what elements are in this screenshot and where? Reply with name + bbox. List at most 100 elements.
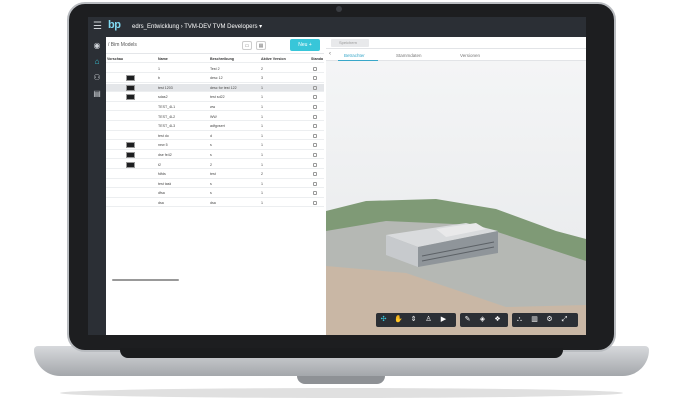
table-row[interactable]: test 1203 desc for test 122 1	[106, 83, 324, 93]
model-thumbnail	[126, 94, 135, 101]
3d-model-viewport[interactable]	[326, 61, 586, 335]
table-row[interactable]: dfsa s 1	[106, 189, 324, 198]
save-button[interactable]: Speichern	[331, 39, 369, 47]
row-checkbox[interactable]	[313, 66, 317, 71]
row-checkbox[interactable]	[313, 153, 317, 157]
tab-stammdaten[interactable]: Stammdaten	[396, 53, 422, 58]
table-row[interactable]: test task s 1	[106, 180, 324, 189]
row-active-version: 2	[261, 172, 263, 177]
row-checkbox[interactable]	[313, 124, 317, 129]
row-checkbox[interactable]	[313, 162, 317, 167]
model-controls: ⛬ ▥ ⚙ ⤢	[512, 313, 578, 327]
table-row[interactable]: b desc 12 3	[106, 74, 324, 83]
menu-icon[interactable]: ☰	[93, 21, 102, 32]
left-nav: ◉ ⌂ ⚇ ▤	[88, 37, 106, 335]
tab-versionen[interactable]: Versionen	[460, 53, 480, 58]
col-preview[interactable]: Vorschau	[107, 57, 123, 61]
table-row[interactable]: TEST_4L1 ww 1	[106, 103, 324, 112]
row-name: TEST_4L2	[158, 114, 176, 119]
row-active-version: 1	[261, 105, 263, 109]
row-name: test task	[158, 181, 172, 186]
home-icon[interactable]: ⌂	[92, 57, 102, 67]
new-button-label: Neu	[298, 42, 308, 48]
row-checkbox[interactable]	[313, 201, 317, 205]
table-row[interactable]: sdas2 test sd22 1	[106, 93, 324, 102]
row-checkbox[interactable]	[313, 85, 317, 90]
table-row[interactable]: new 5 s 1	[106, 141, 324, 150]
table-row[interactable]: dsa dsa 1	[106, 199, 324, 208]
row-active-version: 1	[261, 181, 263, 186]
table-row[interactable]: TEST_4L3 adfgvsert 1	[106, 122, 324, 131]
row-description: desc 12	[210, 76, 223, 81]
laptop-hinge	[120, 348, 563, 358]
row-checkbox[interactable]	[313, 76, 317, 81]
row-checkbox[interactable]	[313, 105, 317, 109]
row-active-version: 1	[261, 191, 263, 196]
row-name: test 1203	[158, 85, 173, 90]
row-description: 2	[210, 162, 212, 167]
row-checkbox[interactable]	[313, 143, 317, 148]
model-thumbnail	[126, 161, 135, 168]
row-name: dfsa	[158, 191, 165, 196]
laptop-shadow	[60, 388, 623, 398]
properties-icon[interactable]: ▥	[530, 315, 539, 324]
row-name: TEST_4L3	[158, 124, 176, 129]
list-title: / Bim Models	[108, 42, 137, 48]
row-checkbox[interactable]	[313, 172, 317, 177]
row-checkbox[interactable]	[313, 181, 317, 186]
row-active-version: 1	[261, 85, 263, 90]
eye-icon[interactable]: ◉	[92, 41, 102, 51]
tab-betrachter[interactable]: Betrachter	[344, 53, 365, 58]
measure-icon[interactable]: ✎	[463, 315, 472, 324]
person-icon[interactable]: ♙	[424, 315, 433, 324]
laptop-notch	[297, 376, 385, 384]
model-thumbnail	[126, 152, 135, 158]
row-checkbox[interactable]	[313, 95, 317, 100]
row-description: test sd22	[210, 95, 225, 100]
fullscreen-icon[interactable]: ⤢	[560, 315, 569, 324]
col-standard[interactable]: Standa	[311, 57, 323, 61]
pan-icon[interactable]: ✋	[394, 315, 403, 324]
row-active-version: 1	[261, 153, 263, 157]
row-name: fdfds	[158, 172, 166, 177]
back-icon[interactable]: ‹	[329, 51, 331, 57]
col-active-version[interactable]: Aktive Version	[261, 57, 286, 61]
row-checkbox[interactable]	[313, 191, 317, 196]
list-view-icon[interactable]: ▭	[242, 41, 252, 50]
row-name: t2	[158, 162, 161, 167]
table-row[interactable]: t2 2 1	[106, 161, 324, 169]
row-description: s	[210, 191, 212, 196]
row-description: s	[210, 143, 212, 148]
row-name: sdas2	[158, 95, 168, 100]
breadcrumb[interactable]: edrs_Entwicklung › TVM-DEV TVM Developer…	[132, 23, 262, 30]
top-bar: ☰ bp edrs_Entwicklung › TVM-DEV TVM Deve…	[88, 17, 586, 37]
table-row[interactable]: test do d 1	[106, 132, 324, 141]
col-description[interactable]: Beschreibung	[210, 57, 234, 61]
section-icon[interactable]: ◈	[478, 315, 487, 324]
explode-icon[interactable]: ❖	[493, 315, 502, 324]
table-row[interactable]: TEST_4L2 WW 1	[106, 113, 324, 121]
grid-view-icon[interactable]: ▦	[256, 41, 266, 50]
orbit-icon[interactable]: ✣	[379, 315, 388, 324]
walk-icon[interactable]: ⇕	[409, 315, 418, 324]
model-thumbnail	[126, 75, 135, 82]
row-checkbox[interactable]	[313, 114, 317, 119]
row-checkbox[interactable]	[313, 133, 317, 138]
col-name[interactable]: Name	[158, 57, 168, 61]
table-row[interactable]: 1 Test 2 2	[106, 65, 324, 73]
table-row[interactable]: dse fe42 s 1	[106, 151, 324, 160]
table-row[interactable]: fdfds test 2	[106, 170, 324, 179]
camera-icon[interactable]: ▶	[439, 315, 448, 324]
row-name: 1	[158, 66, 160, 71]
list-header: / Bim Models ▭ ▦ Neu +	[106, 37, 324, 54]
new-button[interactable]: Neu +	[290, 39, 320, 51]
horizontal-scrollbar[interactable]	[112, 279, 179, 281]
book-icon[interactable]: ▤	[92, 89, 102, 99]
row-active-version: 1	[261, 143, 263, 148]
row-description: test	[210, 172, 216, 177]
settings-icon[interactable]: ⚙	[545, 315, 554, 324]
model-tree-icon[interactable]: ⛬	[515, 315, 524, 324]
navigation-controls: ✣ ✋ ⇕ ♙ ▶	[376, 313, 456, 327]
users-icon[interactable]: ⚇	[92, 73, 102, 83]
app-logo[interactable]: bp	[108, 19, 121, 31]
